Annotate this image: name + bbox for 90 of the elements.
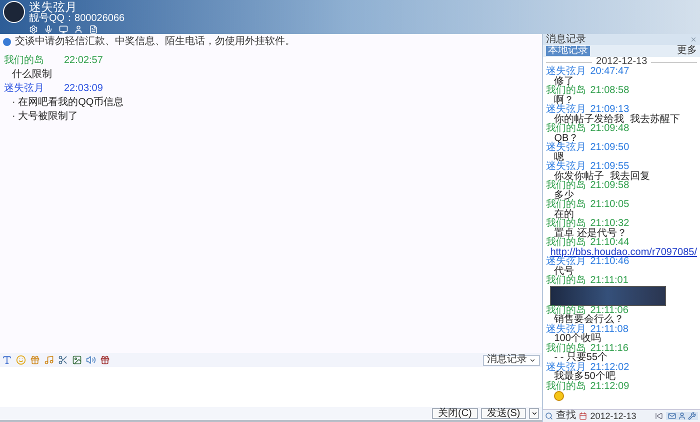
wrench-icon[interactable] [688, 412, 696, 420]
avatar [3, 1, 25, 23]
contact-account: 靓号QQ：800026066 [29, 14, 125, 24]
date-separator: 2012-12-13 [596, 57, 648, 67]
sender-name: 我们的岛 [546, 200, 588, 210]
message-time: 21:09:50 [590, 143, 630, 152]
message-text: 什么限制 [11, 69, 53, 80]
dialog-button[interactable]: 关闭(C) [432, 408, 478, 419]
message-text: - - 只要55个 [554, 353, 609, 362]
message-time: 21:10:32 [590, 219, 630, 228]
message-time: 20:47:47 [590, 67, 630, 76]
message-time: 21:12:09 [590, 382, 630, 391]
settings-icon[interactable] [29, 25, 38, 34]
mail-icon[interactable] [668, 412, 676, 420]
music-icon[interactable] [44, 355, 54, 365]
search-link[interactable]: 查找 [556, 411, 576, 421]
message-text: 置卓 还是代号？ [554, 228, 627, 238]
sender-name: 迷失弦月 [546, 105, 586, 114]
search-icon[interactable] [545, 412, 554, 420]
message-text: 啊？ [554, 96, 574, 105]
panel-title: 消息记录 [546, 34, 586, 44]
message-time: 21:11:01 [590, 276, 628, 286]
contact-name: 迷失弦月 [29, 1, 78, 14]
message-time: 21:10:44 [590, 238, 630, 248]
image-icon[interactable] [72, 355, 82, 365]
sender-name: 迷失弦月 [546, 257, 586, 266]
message-time: 21:09:13 [590, 105, 630, 114]
sender-name: 迷失弦月 [546, 324, 586, 334]
message-time: 21:09:55 [590, 162, 630, 172]
sender-name: 我们的岛 [546, 238, 586, 248]
sender-name: 迷失弦月 [546, 67, 588, 76]
message-time: 21:10:05 [590, 200, 630, 210]
caret-icon [530, 410, 538, 417]
history-button[interactable]: 消息记录 [483, 354, 540, 366]
sender-name: 我们的岛 [546, 276, 588, 286]
message-time: 21:12:02 [590, 362, 630, 372]
calendar-icon[interactable] [579, 412, 588, 420]
screen-icon[interactable] [59, 25, 68, 34]
sender-name: 我们的岛 [4, 55, 45, 66]
message-text: · 在网吧看我的QQ币信息 [11, 97, 125, 108]
person-icon[interactable] [74, 25, 83, 34]
send-options-button[interactable] [529, 408, 540, 419]
person-icon[interactable] [678, 412, 686, 420]
dialog-button[interactable]: 发送(S) [480, 408, 526, 419]
message-text: QB？ [554, 134, 579, 143]
sender-name: 我们的岛 [546, 382, 588, 391]
message-time: 21:11:06 [590, 306, 628, 315]
sender-name: 迷失弦月 [4, 83, 45, 94]
sender-name: 我们的岛 [546, 344, 586, 353]
message-text: 代号 [554, 266, 574, 276]
date-value: 2012-12-13 [590, 411, 636, 421]
message-text: 修了 [554, 76, 574, 86]
message-time: 22:02:57 [64, 55, 103, 66]
message-text: 100个收吗 [554, 334, 602, 344]
sender-name: 迷失弦月 [546, 143, 588, 152]
gift-icon[interactable] [30, 355, 40, 365]
first-page-icon[interactable] [655, 412, 663, 420]
message-text: 销售要会行么？ [554, 315, 626, 324]
font-icon[interactable] [2, 355, 12, 365]
message-text: 我最多50个吧 [554, 372, 616, 382]
message-time: 21:09:58 [590, 181, 630, 190]
message-input[interactable] [0, 367, 542, 407]
message-text: 多少 [554, 190, 574, 200]
message-text: 嗯 [554, 152, 564, 162]
file-icon[interactable] [89, 25, 98, 34]
sender-name: 我们的岛 [546, 86, 588, 96]
sender-name: 迷失弦月 [546, 362, 586, 372]
message-time: 21:11:16 [590, 344, 628, 353]
notice-text: 交谈中请勿轻信汇款、中奖信息、陌生电话，勿使用外挂软件。 [15, 36, 295, 47]
sender-name: 迷失弦月 [546, 162, 586, 172]
message-text: 你发你帖子 我去回复 [554, 172, 651, 181]
message-text: 在的 [554, 210, 574, 219]
microphone-icon[interactable] [44, 25, 53, 34]
message-time: 21:11:08 [590, 324, 628, 334]
sender-name: 我们的岛 [546, 219, 586, 228]
box-icon[interactable] [100, 355, 110, 365]
smiley-icon [554, 391, 564, 401]
message-text: 你的帖子发给我 我去苏醒下 [554, 114, 681, 124]
sender-name: 我们的岛 [546, 306, 586, 315]
sender-name: 我们的岛 [546, 181, 586, 190]
message-time: 22:03:09 [64, 83, 103, 94]
sender-name: 我们的岛 [546, 124, 586, 134]
message-time: 21:08:58 [590, 86, 630, 96]
message-text: · 大号被限制了 [11, 111, 80, 122]
message-time: 21:10:46 [590, 257, 630, 266]
caret-icon [529, 356, 536, 364]
message-time: 21:09:48 [590, 124, 630, 134]
more-button[interactable]: 更多 [677, 46, 697, 56]
message-link[interactable]: http://bbs.houdao.com/r7097085/ [550, 248, 697, 257]
sound-icon[interactable] [86, 355, 96, 365]
